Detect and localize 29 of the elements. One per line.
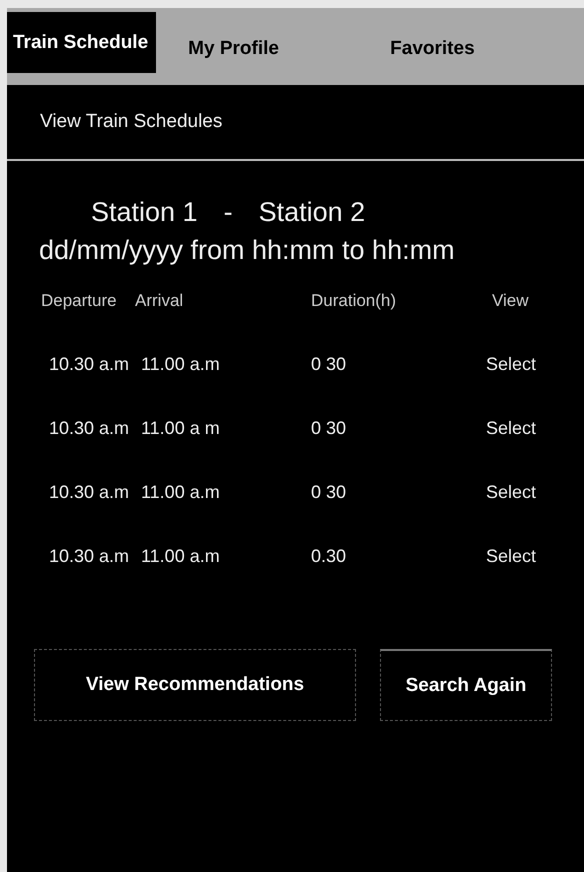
select-link[interactable]: Select (486, 482, 584, 503)
date-range: dd/mm/yyyy from hh:mm to hh:mm (38, 234, 456, 267)
station-name: Station 2 (258, 196, 366, 229)
select-link[interactable]: Select (486, 546, 584, 567)
column-header: Arrival (135, 291, 184, 311)
duration: 0 30 (311, 418, 348, 439)
departure-time: 10.30 a.m (49, 418, 130, 439)
tab[interactable]: Train Schedule (7, 12, 156, 73)
tab[interactable]: Favorites (350, 12, 487, 85)
column-header: View (492, 291, 530, 311)
departure-time: 10.30 a.m (49, 546, 130, 567)
tab[interactable]: My Profile (156, 12, 350, 85)
arrival-time: 11.00 a.m (141, 546, 221, 567)
arrival-time: 11.00 a.m (141, 354, 221, 375)
select-link[interactable]: Select (486, 418, 584, 439)
arrival-time: 11.00 a m (141, 418, 221, 439)
departure-time: 10.30 a.m (49, 354, 130, 375)
page-title: View Train Schedules (40, 111, 222, 133)
search-again-button[interactable]: Search Again (380, 649, 552, 721)
arrival-time: 11.00 a.m (141, 482, 221, 503)
separator: - (224, 196, 233, 229)
column-header: Duration(h) (311, 291, 398, 311)
station-name: Station 1 (91, 196, 198, 229)
duration: 0 30 (311, 482, 348, 503)
departure-time: 10.30 a.m (49, 482, 130, 503)
duration: 0 30 (311, 354, 348, 375)
select-link[interactable]: Select (486, 354, 584, 375)
view-recommendations-button[interactable]: View Recommendations (34, 649, 356, 721)
duration: 0.30 (311, 546, 348, 567)
